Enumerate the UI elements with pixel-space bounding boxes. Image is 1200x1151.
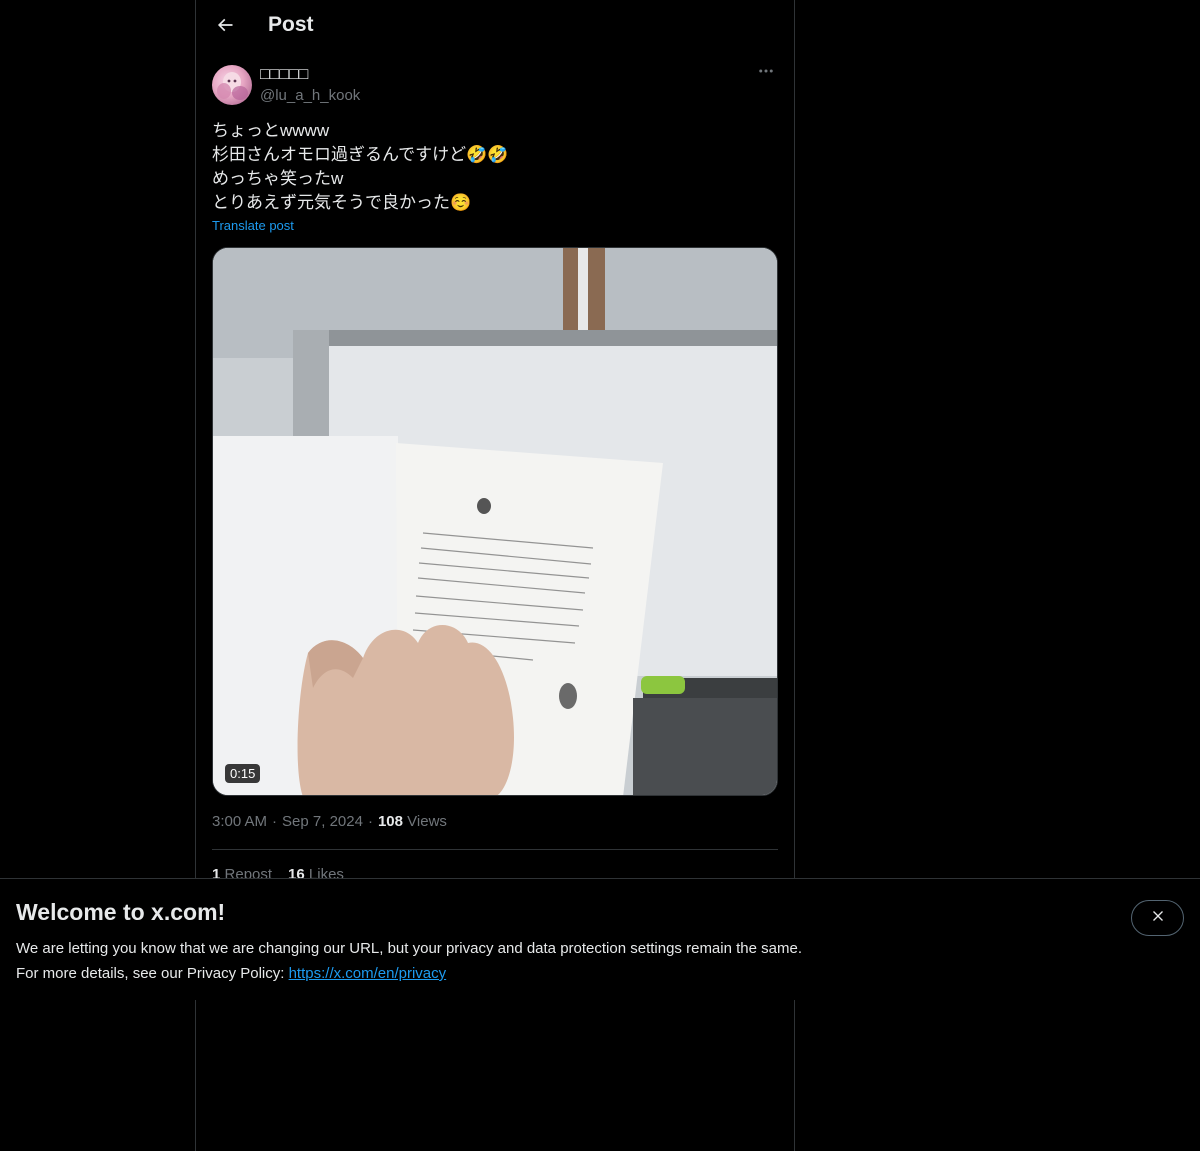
views-count: 108 bbox=[377, 813, 403, 830]
post-author: □□□□□ @lu_a_h_kook bbox=[212, 65, 778, 109]
banner-title: Welcome to x.com! bbox=[16, 899, 226, 925]
video-duration-badge: 0:15 bbox=[225, 764, 261, 783]
banner-line-2: For more details, see our Privacy Policy… bbox=[16, 961, 802, 986]
views-label: Views bbox=[407, 813, 447, 830]
post-meta: 3:00 AM · Sep 7, 2024 · 108 Views bbox=[212, 813, 447, 830]
divider bbox=[212, 849, 778, 850]
translate-post-link[interactable]: Translate post bbox=[212, 218, 294, 233]
more-horizontal-icon bbox=[757, 62, 775, 85]
post-time[interactable]: 3:00 AM bbox=[212, 813, 267, 830]
post-text: ちょっとwwww 杉田さんオモロ過ぎるんですけど🤣🤣 めっちゃ笑ったw とりあえ… bbox=[212, 121, 509, 212]
banner-text: We are letting you know that we are chan… bbox=[16, 936, 802, 986]
author-name[interactable]: □□□□□ bbox=[260, 66, 308, 84]
author-handle[interactable]: @lu_a_h_kook bbox=[260, 87, 360, 104]
post-header: Post bbox=[196, 0, 794, 55]
banner-line-1: We are letting you know that we are chan… bbox=[16, 940, 802, 957]
page-title: Post bbox=[268, 13, 314, 36]
welcome-banner: Welcome to x.com! We are letting you kno… bbox=[0, 878, 1200, 1000]
meta-separator: · bbox=[367, 813, 373, 830]
back-button[interactable] bbox=[208, 10, 242, 44]
arrow-left-icon bbox=[215, 15, 235, 40]
meta-separator: · bbox=[272, 813, 278, 830]
privacy-policy-link[interactable]: https://x.com/en/privacy bbox=[289, 965, 447, 982]
banner-line-2-prefix: For more details, see our Privacy Policy… bbox=[16, 965, 289, 982]
post-date[interactable]: Sep 7, 2024 bbox=[282, 813, 363, 830]
video-player[interactable]: 0:15 bbox=[212, 247, 778, 796]
avatar[interactable] bbox=[212, 65, 252, 105]
more-options-button[interactable] bbox=[754, 61, 778, 85]
close-icon bbox=[1150, 908, 1166, 929]
close-banner-button[interactable] bbox=[1131, 900, 1184, 936]
video-thumbnail bbox=[213, 248, 777, 795]
